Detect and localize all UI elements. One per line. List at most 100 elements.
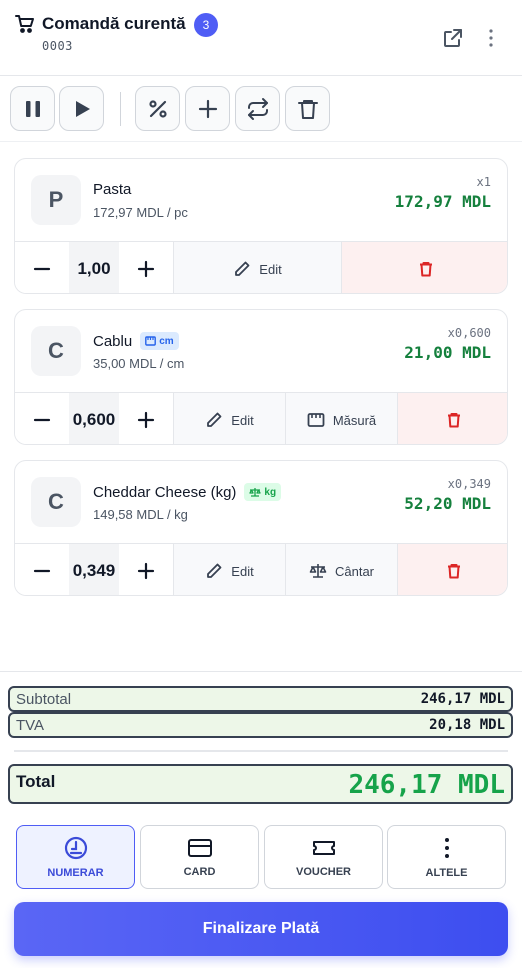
item-count-badge: 3	[194, 13, 218, 37]
scale-icon	[249, 488, 262, 497]
cart-icon	[15, 14, 35, 34]
item-name-text: Pasta	[93, 181, 132, 198]
finalize-payment-button[interactable]: Finalizare Plată	[14, 902, 508, 956]
more-vertical-icon	[444, 838, 449, 858]
header-menu-button[interactable]	[481, 26, 501, 50]
payment-other-button[interactable]: ALTELE	[387, 825, 506, 889]
order-item-card: C Cablu cm 35,00 MDL / cm x0,600 21,00 M…	[14, 309, 508, 445]
increase-qty-button[interactable]	[119, 393, 173, 444]
edit-item-button[interactable]: Edit	[173, 393, 285, 444]
weigh-label: Cântar	[334, 563, 375, 579]
subtotal-row: Subtotal 246,17 MDL	[8, 686, 513, 712]
subtotal-label: Subtotal	[16, 691, 72, 708]
minus-icon	[33, 267, 51, 271]
cash-icon	[64, 836, 87, 860]
edit-label: Edit	[259, 261, 282, 277]
item-actions: 1,00 Edit	[15, 241, 507, 293]
pencil-icon	[207, 563, 222, 578]
measure-label: Măsură	[332, 412, 377, 428]
item-unit-price: 35,00 MDL / cm	[93, 356, 185, 371]
grand-total-row: Total 246,17 MDL	[8, 764, 513, 804]
item-qty-label: x0,349	[447, 477, 491, 491]
pause-button[interactable]	[10, 86, 55, 131]
item-name-text: Cablu	[93, 332, 133, 350]
item-avatar: P	[31, 175, 81, 225]
decrease-qty-button[interactable]	[15, 242, 69, 293]
clear-order-button[interactable]	[285, 86, 330, 131]
unit-badge: cm	[140, 332, 179, 350]
item-name: Pasta	[93, 181, 131, 198]
qty-value[interactable]: 0,349	[69, 544, 119, 595]
open-external-button[interactable]	[441, 26, 465, 50]
totals-panel: Subtotal 246,17 MDL TVA 20,18 MDL Total …	[0, 671, 522, 811]
item-unit-price: 172,97 MDL / pc	[93, 205, 188, 220]
subtotal-value: 246,17 MDL	[420, 691, 505, 707]
item-avatar: C	[31, 326, 81, 376]
trash-icon	[447, 413, 460, 428]
tva-label: TVA	[16, 717, 45, 734]
edit-item-button[interactable]: Edit	[173, 242, 341, 293]
delete-item-button[interactable]	[397, 544, 507, 595]
play-button[interactable]	[59, 86, 104, 131]
edit-item-button[interactable]: Edit	[173, 544, 285, 595]
payment-card-button[interactable]: CARD	[140, 825, 259, 889]
payment-cash-button[interactable]: NUMERAR	[16, 825, 135, 889]
order-header: Comandă curentă 3 0003	[0, 0, 522, 76]
unit-badge-label: kg	[264, 486, 277, 498]
qty-value[interactable]: 1,00	[69, 242, 119, 293]
item-total: 172,97 MDL	[394, 192, 491, 211]
trash-icon	[447, 564, 460, 579]
measure-button[interactable]: Măsură	[285, 393, 397, 444]
discount-button[interactable]	[135, 86, 180, 131]
swap-button[interactable]	[235, 86, 280, 131]
unit-badge: kg	[244, 483, 282, 501]
plus-icon	[137, 260, 155, 278]
ruler-icon	[145, 336, 157, 346]
delete-item-button[interactable]	[341, 242, 507, 293]
trash-icon	[297, 99, 318, 119]
pencil-icon	[207, 412, 222, 427]
item-unit-price: 149,58 MDL / kg	[93, 507, 188, 522]
totals-divider	[14, 750, 508, 752]
decrease-qty-button[interactable]	[15, 544, 69, 595]
item-name-text: Cheddar Cheese (kg)	[93, 483, 237, 501]
item-qty-label: x1	[476, 175, 491, 189]
tva-row: TVA 20,18 MDL	[8, 712, 513, 738]
minus-icon	[33, 569, 51, 573]
percent-icon	[148, 99, 167, 118]
item-total: 52,20 MDL	[404, 494, 491, 513]
card-icon	[187, 839, 212, 857]
decrease-qty-button[interactable]	[15, 393, 69, 444]
payment-label: NUMERAR	[47, 867, 104, 879]
qty-value[interactable]: 0,600	[69, 393, 119, 444]
play-icon	[75, 100, 90, 117]
total-label: Total	[16, 772, 56, 791]
item-name: Cablu cm	[93, 332, 179, 350]
total-value: 246,17 MDL	[348, 770, 505, 800]
edit-label: Edit	[231, 563, 254, 579]
plus-icon	[137, 411, 155, 429]
pencil-icon	[235, 261, 250, 276]
increase-qty-button[interactable]	[119, 544, 173, 595]
payment-label: VOUCHER	[295, 866, 351, 878]
item-actions: 0,349 Edit Cântar	[15, 543, 507, 595]
page-title: Comandă curentă	[42, 14, 186, 33]
payment-label: CARD	[183, 866, 216, 878]
payment-label: ALTELE	[425, 867, 468, 879]
unit-badge-label: cm	[159, 335, 174, 347]
delete-item-button[interactable]	[397, 393, 507, 444]
item-qty-label: x0,600	[447, 326, 491, 340]
add-button[interactable]	[185, 86, 230, 131]
action-toolbar	[0, 76, 522, 142]
item-actions: 0,600 Edit Măsură	[15, 392, 507, 444]
order-number: 0003	[42, 39, 73, 53]
ruler-icon	[307, 413, 325, 427]
payment-voucher-button[interactable]: VOUCHER	[264, 825, 383, 889]
order-item-card: P Pasta 172,97 MDL / pc x1 172,97 MDL 1,…	[14, 158, 508, 294]
weigh-button[interactable]: Cântar	[285, 544, 397, 595]
minus-icon	[33, 418, 51, 422]
order-item-card: C Cheddar Cheese (kg) kg 149,58 MDL / kg…	[14, 460, 508, 596]
increase-qty-button[interactable]	[119, 242, 173, 293]
plus-icon	[198, 99, 217, 118]
edit-label: Edit	[231, 412, 254, 428]
